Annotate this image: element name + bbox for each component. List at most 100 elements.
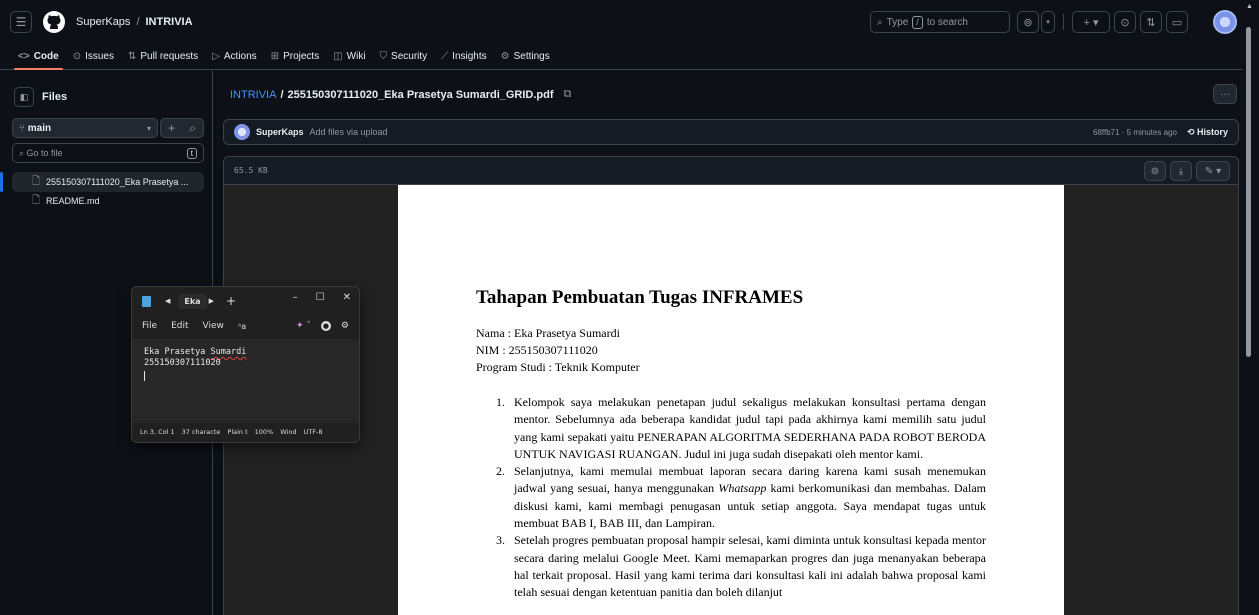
menu-file[interactable]: File [142,321,157,331]
status-line-ending[interactable]: Wind [280,428,296,436]
plus-icon[interactable]: + [168,121,175,135]
search-icon[interactable]: ⌕ [189,121,196,136]
gear-icon: ⚙ [500,50,510,62]
collapse-sidebar-icon[interactable]: ◧ [14,87,34,107]
branch-icon: ⑂ [19,122,28,134]
file-icon: 🗋 [32,194,41,206]
tab-issues[interactable]: ⊙ Issues [73,44,114,68]
account-icon[interactable]: ● [320,321,331,331]
path-separator: / [280,88,284,101]
pdf-list-text: Kelompok saya melakukan penetapan judul … [514,395,986,461]
notepad-tab[interactable]: Eka [178,293,207,309]
copilot-dropdown-button[interactable]: ▾ [1041,11,1055,33]
download-icon: ⤓ [1178,165,1184,177]
pdf-list-text: Setelah progres pembuatan proposal hampi… [514,533,986,600]
status-format[interactable]: Plain t [227,428,247,436]
copilot-icon: ⊚ [1150,165,1160,177]
notepad-text-area[interactable]: Eka Prasetya Sumardi 255150307111020 [132,339,359,423]
status-encoding[interactable]: UTF-8 [304,428,323,436]
go-to-file-placeholder: Go to file [26,147,63,158]
tab-label: Projects [283,50,320,62]
branch-selector[interactable]: ⑂ main ▾ [12,118,158,138]
more-options-button[interactable]: ··· [1213,84,1237,104]
history-button[interactable]: ⟲ History [1187,127,1228,138]
tab-scroll-left-icon[interactable]: ◀ [165,297,170,305]
tab-projects[interactable]: ⊞ Projects [271,44,320,68]
menu-icon[interactable]: ☰ [10,11,32,33]
search-prefix: Type [886,16,909,28]
go-to-file-input[interactable]: ⌕ Go to file t [12,143,204,163]
menu-edit[interactable]: Edit [171,321,188,331]
text-format-icon[interactable]: ᴬa [238,322,246,331]
search-input[interactable]: ⌕ Type / to search [870,11,1010,33]
minimize-icon[interactable]: – [293,292,298,303]
user-avatar[interactable] [1213,10,1237,34]
tab-insights[interactable]: ⟋ Insights [441,44,486,68]
file-icon: 🗋 [32,175,41,187]
tab-scroll-right-icon[interactable]: ▶ [209,297,214,305]
scroll-up-arrow-icon[interactable]: ▲ [1246,3,1253,10]
notepad-app-icon [142,295,151,307]
pdf-list-item: 2. Selanjutnya, kami memulai membuat lap… [496,463,986,532]
commit-meta[interactable]: 68ffb71 · 5 minutes ago [1093,128,1177,137]
add-file-and-search-buttons: + ⌕ [160,118,204,138]
tab-wiki[interactable]: ◫ Wiki [333,44,365,68]
close-icon[interactable]: ✕ [343,292,351,303]
tab-settings[interactable]: ⚙ Settings [501,44,550,68]
new-tab-icon[interactable]: + [226,294,236,308]
shield-icon: ⛉ [379,50,388,62]
copilot-button[interactable]: ⊚ [1144,161,1166,181]
tab-pull-requests[interactable]: ⇅ Pull requests [128,44,198,68]
history-icon: ⟲ [1186,126,1197,137]
notepad-tab-label: Eka [184,296,201,306]
pull-requests-button[interactable]: ⇅ [1140,11,1162,33]
repo-root-link[interactable]: INTRIVIA [230,89,276,101]
copy-path-icon[interactable]: ⧉ [564,88,572,101]
copilot-button[interactable]: ⊚ [1017,11,1039,33]
pdf-list-emphasis: Whatsapp [718,481,767,496]
status-zoom[interactable]: 100% [255,428,274,436]
notepad-titlebar[interactable]: ◀ Eka ▶ + – ☐ ✕ [132,287,359,315]
text-caret [144,371,145,381]
issues-button[interactable]: ⊙ [1114,11,1136,33]
chevron-down-icon: ▾ [146,123,151,133]
owner-link[interactable]: SuperKaps [76,16,130,28]
menu-view[interactable]: View [203,321,224,331]
download-button[interactable]: ⤓ [1170,161,1192,181]
tab-code[interactable]: <> Code [14,44,63,70]
code-icon: <> [18,50,30,62]
tab-security[interactable]: ⛉ Security [380,44,428,68]
create-new-button[interactable]: + ▾ [1072,11,1110,33]
pdf-info-line: Program Studi : Teknik Komputer [476,360,640,374]
repo-link[interactable]: INTRIVIA [146,16,193,28]
commit-author[interactable]: SuperKaps [256,127,304,137]
gear-icon[interactable]: ⚙ [341,321,349,331]
breadcrumb: SuperKaps / INTRIVIA [76,16,193,28]
inbox-icon: ▭ [1171,16,1183,29]
commit-message[interactable]: Add files via upload [310,127,388,137]
pdf-list: 1. Kelompok saya melakukan penetapan jud… [496,394,986,602]
commit-author-avatar[interactable] [234,124,250,140]
pdf-list-item: 1. Kelompok saya melakukan penetapan jud… [496,394,986,463]
tab-actions[interactable]: ▷ Actions [212,44,257,68]
status-position[interactable]: Ln 3, Col 1 [140,428,175,436]
tab-label: Wiki [346,50,366,62]
inbox-button[interactable]: ▭ [1166,11,1188,33]
pdf-info-line: NIM : 255150307111020 [476,343,598,357]
file-tree-item[interactable]: 🗋 255150307111020_Eka Prasetya ... [0,172,204,192]
pdf-list-number: 1. [496,395,505,409]
tab-label: Security [391,50,428,62]
plus-icon: + ▾ [1083,16,1099,29]
pdf-viewer[interactable]: Tahapan Pembuatan Tugas INFRAMES Nama : … [224,185,1238,615]
notepad-window: ◀ Eka ▶ + – ☐ ✕ File Edit View ᴬa ✦ ˅ ● … [131,286,360,443]
pdf-page: Tahapan Pembuatan Tugas INFRAMES Nama : … [398,185,1064,615]
play-icon: ▷ [212,50,220,62]
maximize-icon[interactable]: ☐ [316,292,325,303]
pdf-info: Nama : Eka Prasetya Sumardi NIM : 255150… [476,325,640,376]
status-characters[interactable]: 37 characte [182,428,221,436]
copilot-icon[interactable]: ✦ ˅ [296,321,311,331]
github-logo-icon[interactable] [42,10,66,34]
scrollbar-thumb[interactable] [1246,27,1251,357]
file-tree-item[interactable]: 🗋 README.md [12,191,204,211]
edit-button[interactable]: ✎ ▾ [1196,161,1230,181]
